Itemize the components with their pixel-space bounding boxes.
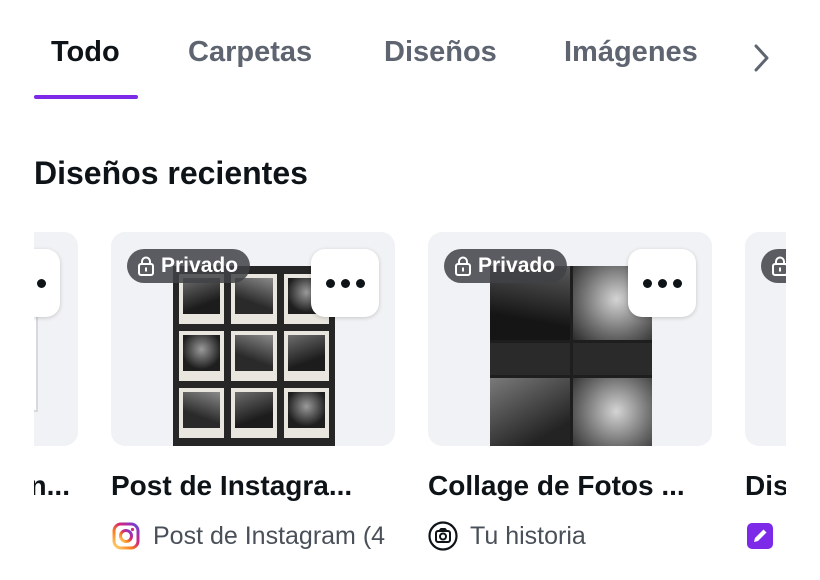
tabs-next-button[interactable]	[744, 40, 778, 76]
lock-icon	[772, 256, 786, 276]
design-card[interactable]: Privado Post de Instagra... Post de Inst…	[111, 232, 395, 552]
lock-icon	[455, 256, 471, 276]
design-type	[745, 520, 786, 552]
more-options-button[interactable]	[628, 249, 696, 317]
design-type-label: Post de Instagram (4	[153, 521, 386, 550]
chevron-right-icon	[754, 44, 769, 72]
dot-icon	[36, 278, 46, 288]
tab-disenos[interactable]: Diseños	[384, 36, 497, 76]
design-title[interactable]: Collage de Fotos ...	[428, 470, 712, 502]
dot-icon	[672, 278, 682, 288]
privacy-badge	[761, 249, 786, 283]
tab-imagenes[interactable]: Imágenes	[564, 36, 698, 76]
tab-todo[interactable]: Todo	[51, 36, 120, 76]
design-type-label: Tu historia	[470, 521, 586, 550]
design-card-partial-left[interactable]: n...	[34, 232, 78, 552]
design-card-partial-right[interactable]: Dis	[745, 232, 786, 552]
dot-icon	[657, 278, 667, 288]
design-title[interactable]: Post de Instagra...	[111, 470, 395, 502]
privacy-badge: Privado	[127, 249, 251, 283]
camera-icon	[428, 521, 458, 551]
edit-icon	[747, 523, 773, 549]
privacy-badge-label: Privado	[161, 254, 239, 277]
design-thumbnail	[745, 232, 786, 446]
dot-icon	[355, 278, 365, 288]
privacy-badge-label: Privado	[478, 254, 556, 277]
dot-icon	[340, 278, 350, 288]
design-title[interactable]: Dis	[745, 470, 786, 502]
instagram-icon	[112, 522, 140, 550]
design-card[interactable]: Privado Collage de Fotos ... Tu historia	[428, 232, 712, 552]
design-type: Post de Instagram (4	[111, 520, 395, 552]
more-options-button[interactable]	[34, 249, 60, 317]
design-type: Tu historia	[428, 520, 712, 552]
privacy-badge: Privado	[444, 249, 568, 283]
recent-designs-carousel: n... Privado Post de Instagra... Post de…	[34, 232, 786, 580]
dot-icon	[325, 278, 335, 288]
more-options-button[interactable]	[311, 249, 379, 317]
active-tab-indicator	[34, 95, 138, 99]
design-title: n...	[34, 470, 70, 501]
tab-bar: Todo Carpetas Diseños Imágenes	[0, 0, 820, 100]
tab-carpetas[interactable]: Carpetas	[188, 36, 312, 76]
design-preview	[34, 302, 38, 412]
dot-icon	[642, 278, 652, 288]
section-title: Diseños recientes	[34, 155, 308, 191]
lock-icon	[138, 256, 154, 276]
